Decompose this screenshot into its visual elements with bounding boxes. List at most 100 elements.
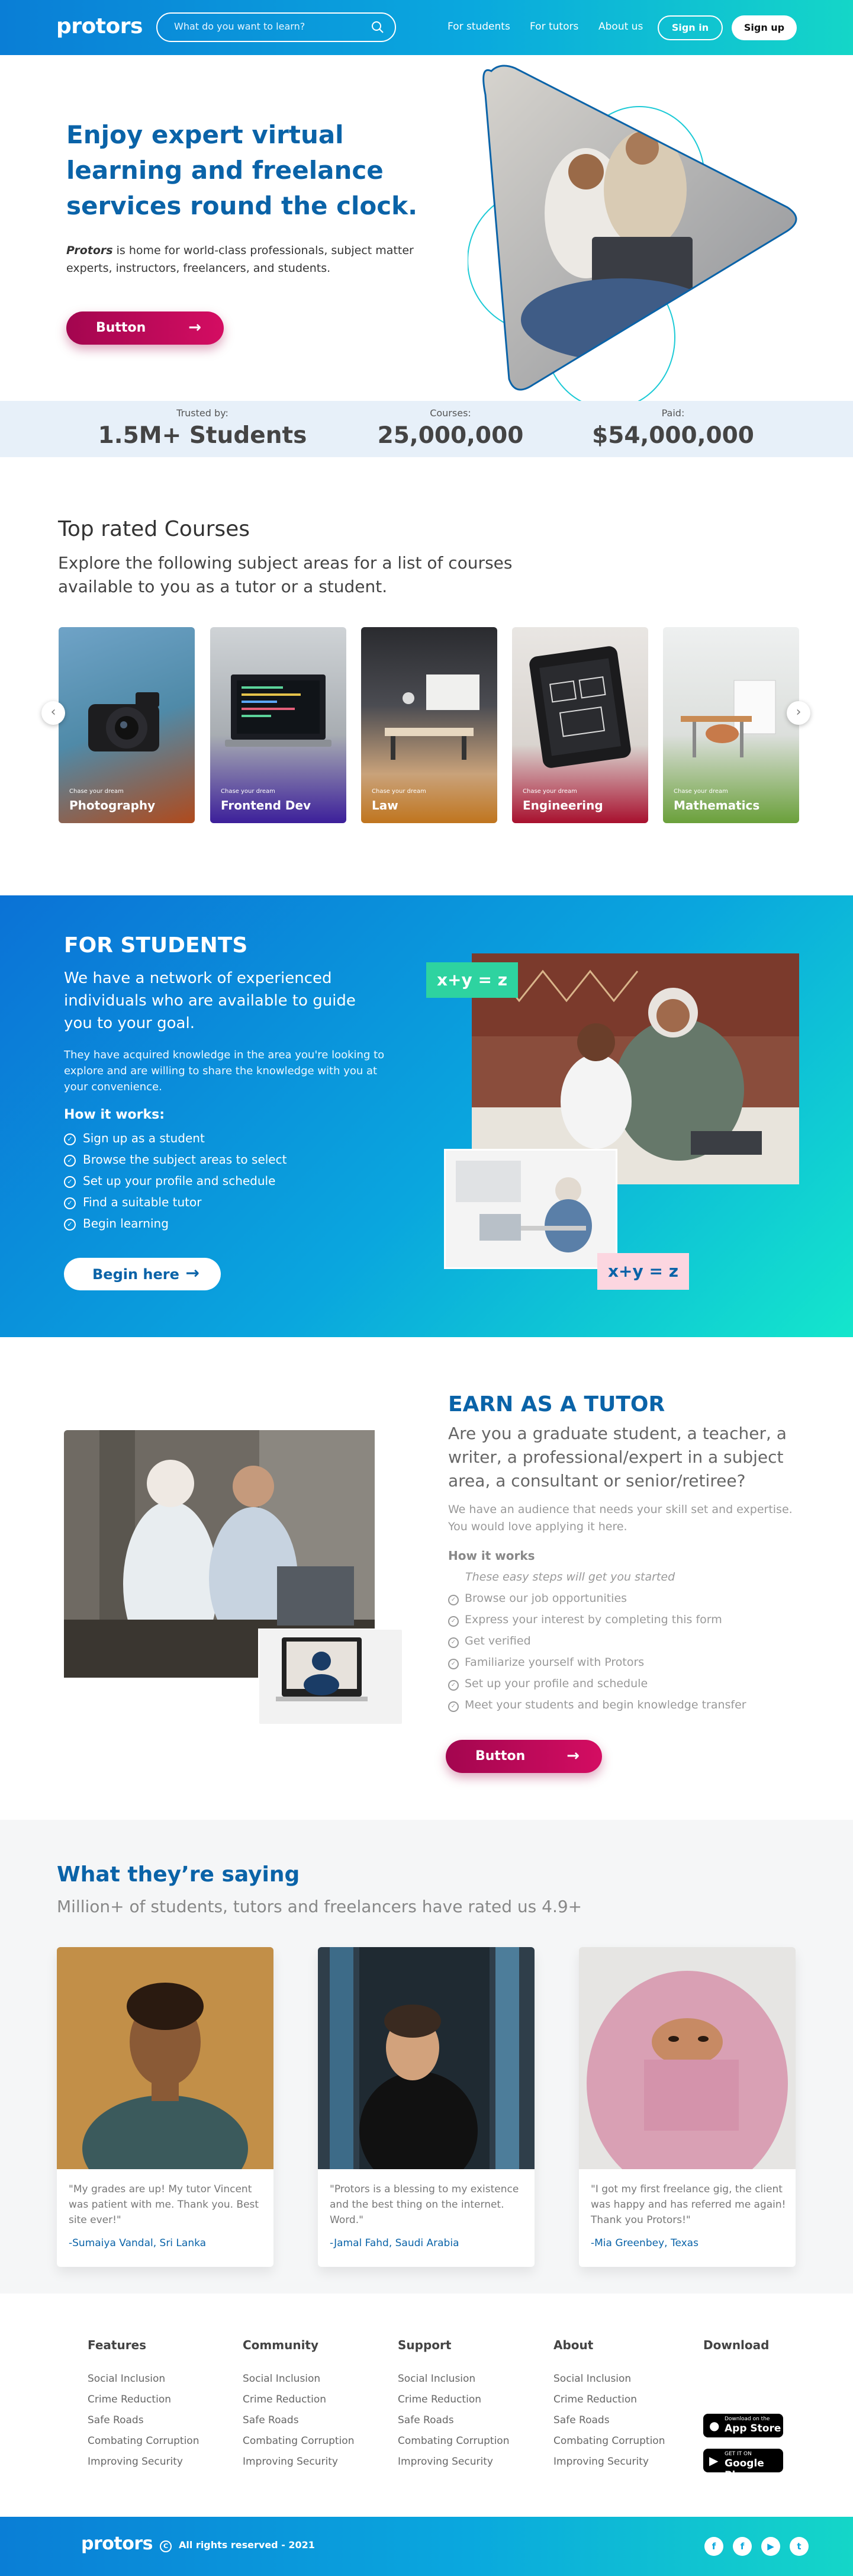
testimonials-heading: What they’re saying <box>57 1862 300 1887</box>
footer-link[interactable]: Safe Roads <box>398 2410 534 2431</box>
office-image <box>385 674 479 760</box>
footer-link[interactable]: Social Inclusion <box>88 2369 224 2389</box>
students-secondary-image <box>444 1149 617 1269</box>
google-play-badge[interactable]: ▶ GET IT ON Google Play <box>703 2449 783 2481</box>
check-icon: ✓ <box>448 1701 459 1712</box>
footer-link[interactable]: Combating Corruption <box>88 2431 224 2452</box>
footer-link[interactable]: Improving Security <box>243 2452 379 2472</box>
students-step: ✓ Set up your profile and schedule <box>64 1174 275 1188</box>
check-icon: ✓ <box>64 1176 76 1188</box>
hero-button[interactable]: Button → <box>66 311 224 345</box>
youtube-icon[interactable]: ▶ <box>761 2537 780 2556</box>
footer-link[interactable]: Combating Corruption <box>243 2431 379 2452</box>
courses-subtitle: Explore the following subject areas for … <box>58 553 513 596</box>
footer-column-features: Features Social Inclusion Crime Reductio… <box>88 2338 224 2472</box>
tutor-step: ✓ Express your interest by completing thi… <box>448 1613 722 1627</box>
chevron-right-icon: › <box>796 705 802 720</box>
testimonial-card: "I got my first freelance gig, the clien… <box>579 1947 796 2267</box>
footer-column-download: Download <box>703 2338 770 2352</box>
carousel-prev-button[interactable]: ‹ <box>41 701 65 725</box>
tutor-how-heading: How it works <box>448 1549 535 1563</box>
camera-icon <box>88 692 159 751</box>
tutor-paragraph: We have an audience that needs your skil… <box>448 1503 793 1533</box>
avatar <box>318 1947 535 2190</box>
equation-badge-green: x+y = z <box>426 962 518 998</box>
hero-title: Enjoy expert virtual learning and freela… <box>66 120 418 220</box>
check-icon: ✓ <box>448 1680 459 1691</box>
footer-link[interactable]: Social Inclusion <box>553 2369 690 2389</box>
search-input[interactable] <box>174 21 363 32</box>
tutor-lead: Are you a graduate student, a teacher, a… <box>448 1424 787 1491</box>
footer-link[interactable]: Social Inclusion <box>243 2369 379 2389</box>
course-card-photography[interactable]: Chase your dream Photography <box>59 627 195 823</box>
app-store-badge[interactable]: ● Download on the App Store <box>703 2414 783 2437</box>
footer-column-community: Community Social Inclusion Crime Reducti… <box>243 2338 379 2472</box>
students-heading: FOR STUDENTS <box>64 933 248 958</box>
students-step: ✓ Begin learning <box>64 1216 169 1231</box>
footer-link[interactable]: Improving Security <box>398 2452 534 2472</box>
begin-here-button[interactable]: Begin here → <box>64 1258 221 1290</box>
footer-link[interactable]: Social Inclusion <box>398 2369 534 2389</box>
footer-link[interactable]: Improving Security <box>553 2452 690 2472</box>
tutor-button[interactable]: Button → <box>446 1740 602 1773</box>
check-icon: ✓ <box>448 1595 459 1605</box>
footer-link[interactable]: Safe Roads <box>553 2410 690 2431</box>
footer-link[interactable]: Combating Corruption <box>553 2431 690 2452</box>
courses-title: Top rated Courses <box>58 517 250 541</box>
play-icon: ▶ <box>709 2453 719 2468</box>
check-icon: ✓ <box>64 1155 76 1167</box>
check-icon: ✓ <box>448 1637 459 1648</box>
course-card-frontend[interactable]: Chase your dream Frontend Dev <box>210 627 346 823</box>
search-icon[interactable] <box>371 21 384 34</box>
footer-logo[interactable]: protors <box>81 2533 153 2554</box>
tutor-steps-intro: These easy steps will get you started <box>465 1570 675 1583</box>
footer-link[interactable]: Improving Security <box>88 2452 224 2472</box>
stat-paid: Paid: $54,000,000 <box>592 407 754 449</box>
tutor-step: ✓ Get verified <box>448 1634 531 1648</box>
hero-description: Protors is home for world-class professi… <box>66 244 414 275</box>
stat-courses: Courses: 25,000,000 <box>377 407 524 449</box>
nav-link-tutors[interactable]: For tutors <box>530 21 578 33</box>
signup-button[interactable]: Sign up <box>732 15 797 40</box>
testimonials-subtitle: Million+ of students, tutors and freelan… <box>57 1897 582 1916</box>
students-step: ✓ Sign up as a student <box>64 1131 205 1145</box>
check-icon: ✓ <box>64 1133 76 1145</box>
students-paragraph: They have acquired knowledge in the area… <box>64 1049 385 1093</box>
nav-link-about[interactable]: About us <box>598 21 643 33</box>
footer-link[interactable]: Safe Roads <box>88 2410 224 2431</box>
check-icon: ✓ <box>448 1659 459 1669</box>
search-bar[interactable] <box>156 12 396 42</box>
tablet-icon <box>529 646 631 768</box>
course-card-law[interactable]: Chase your dream Law <box>361 627 497 823</box>
laptop-icon <box>225 674 331 747</box>
carousel-next-button[interactable]: › <box>787 701 810 725</box>
copyright-icon: C <box>160 2540 172 2552</box>
avatar <box>57 1947 273 2202</box>
facebook-icon[interactable]: f <box>704 2537 723 2556</box>
footer-link[interactable]: Crime Reduction <box>243 2389 379 2410</box>
footer-column-about: About Social Inclusion Crime Reduction S… <box>553 2338 690 2472</box>
twitter-icon[interactable]: t <box>790 2537 809 2556</box>
logo[interactable]: protors <box>56 14 143 38</box>
hero-image-triangle <box>468 65 797 403</box>
footer-column-support: Support Social Inclusion Crime Reduction… <box>398 2338 534 2472</box>
testimonial-card: "My grades are up! My tutor Vincent was … <box>57 1947 273 2267</box>
footer-link[interactable]: Combating Corruption <box>398 2431 534 2452</box>
course-card-mathematics[interactable]: Chase your dream Mathematics <box>663 627 799 823</box>
footer-link[interactable]: Crime Reduction <box>88 2389 224 2410</box>
desk-image <box>681 680 776 757</box>
students-how-heading: How it works: <box>64 1107 165 1122</box>
footer-link[interactable]: Crime Reduction <box>398 2389 534 2410</box>
testimonial-card: "Protors is a blessing to my existence a… <box>318 1947 535 2267</box>
check-icon: ✓ <box>64 1219 76 1231</box>
arrow-right-icon: → <box>566 1747 580 1765</box>
footer-link[interactable]: Safe Roads <box>243 2410 379 2431</box>
nav-link-students[interactable]: For students <box>448 21 510 33</box>
footer-link[interactable]: Crime Reduction <box>553 2389 690 2410</box>
arrow-right-icon: → <box>188 319 201 336</box>
facebook-icon[interactable]: f <box>733 2537 752 2556</box>
signin-button[interactable]: Sign in <box>658 15 723 40</box>
tutor-step: ✓ Set up your profile and schedule <box>448 1677 648 1691</box>
course-card-engineering[interactable]: Chase your dream Engineering <box>512 627 648 823</box>
apple-icon: ● <box>709 2418 720 2433</box>
